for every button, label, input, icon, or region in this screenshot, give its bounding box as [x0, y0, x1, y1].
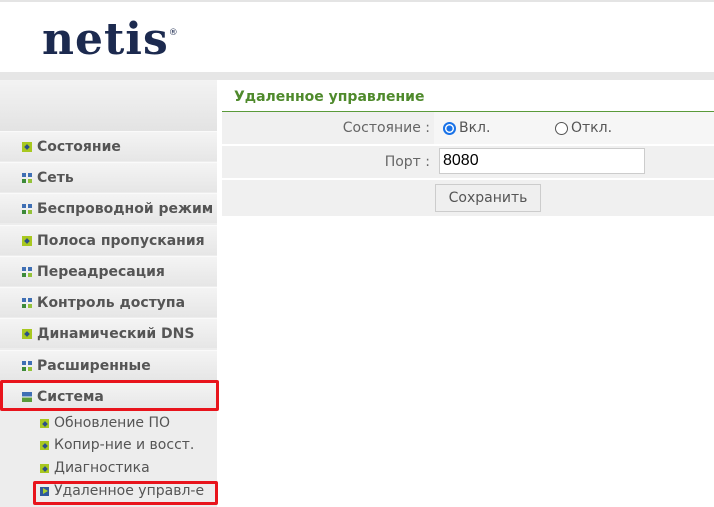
plus-icon: [22, 235, 32, 246]
port-label: Порт :: [384, 154, 430, 170]
subitem-label: Диагностика: [54, 460, 150, 476]
sidebar-item-status[interactable]: Состояние: [0, 131, 217, 161]
grid-icon: [22, 266, 32, 277]
sidebar-item-bandwidth[interactable]: Полоса пропускания: [0, 225, 217, 255]
subitem-diagnostics[interactable]: Диагностика: [40, 460, 150, 476]
grid-icon: [22, 172, 32, 183]
sidebar: Состояние Сеть Беспроводной режим Полоса…: [0, 80, 217, 507]
header: netis®: [0, 0, 714, 72]
port-input[interactable]: [439, 148, 645, 174]
sidebar-item-ddns[interactable]: Динамический DNS: [0, 318, 217, 348]
radio-circle[interactable]: [555, 121, 568, 135]
sidebar-item-label: Расширенные: [37, 357, 151, 374]
save-row: Сохранить: [222, 180, 714, 218]
sidebar-item-advanced[interactable]: Расширенные: [0, 350, 217, 380]
page-title: Удаленное управление: [234, 89, 425, 105]
sidebar-item-forwarding[interactable]: Переадресация: [0, 256, 217, 286]
status-label: Состояние :: [342, 120, 430, 136]
sidebar-item-label: Беспроводной режим: [37, 200, 214, 217]
radio-off-label: Откл.: [571, 120, 613, 136]
sidebar-item-label: Полоса пропускания: [37, 232, 205, 249]
sidebar-item-label: Переадресация: [37, 263, 165, 280]
sidebar-item-label: Динамический DNS: [37, 325, 195, 342]
sidebar-item-wireless[interactable]: Беспроводной режим: [0, 193, 217, 223]
sidebar-top: [0, 80, 217, 131]
highlight-system: [0, 380, 219, 411]
status-value: Вкл. Откл.: [434, 112, 714, 144]
subitem-firmware-update[interactable]: Обновление ПО: [40, 415, 170, 431]
radio-on-label: Вкл.: [459, 120, 491, 136]
sidebar-item-access-control[interactable]: Контроль доступа: [0, 287, 217, 317]
radio-off[interactable]: Откл.: [555, 120, 612, 136]
status-row: Состояние : Вкл. Откл.: [222, 112, 714, 146]
sidebar-item-label: Состояние: [37, 138, 121, 155]
subitem-label: Копир-ние и восст.: [54, 437, 195, 453]
radio-on[interactable]: Вкл.: [443, 120, 490, 136]
save-button[interactable]: Сохранить: [435, 184, 541, 212]
plus-icon: [40, 463, 49, 473]
plus-icon: [22, 328, 32, 339]
highlight-remote-management: [33, 481, 218, 505]
plus-icon: [40, 440, 49, 450]
grid-icon: [22, 203, 32, 214]
header-band: [0, 72, 714, 80]
grid-icon: [22, 360, 32, 371]
sidebar-item-network[interactable]: Сеть: [0, 162, 217, 192]
logo-text: netis: [42, 14, 169, 65]
registered-mark: ®: [168, 28, 179, 38]
subitem-backup-restore[interactable]: Копир-ние и восст.: [40, 437, 194, 453]
port-row: Порт :: [222, 146, 714, 180]
plus-icon: [40, 418, 49, 428]
radio-circle-checked[interactable]: [443, 121, 456, 135]
netis-logo: netis®: [42, 14, 179, 65]
sidebar-item-label: Контроль доступа: [37, 294, 186, 311]
subitem-label: Обновление ПО: [54, 415, 171, 431]
grid-icon: [22, 297, 32, 308]
sidebar-item-label: Сеть: [37, 169, 74, 186]
plus-icon: [22, 141, 32, 152]
